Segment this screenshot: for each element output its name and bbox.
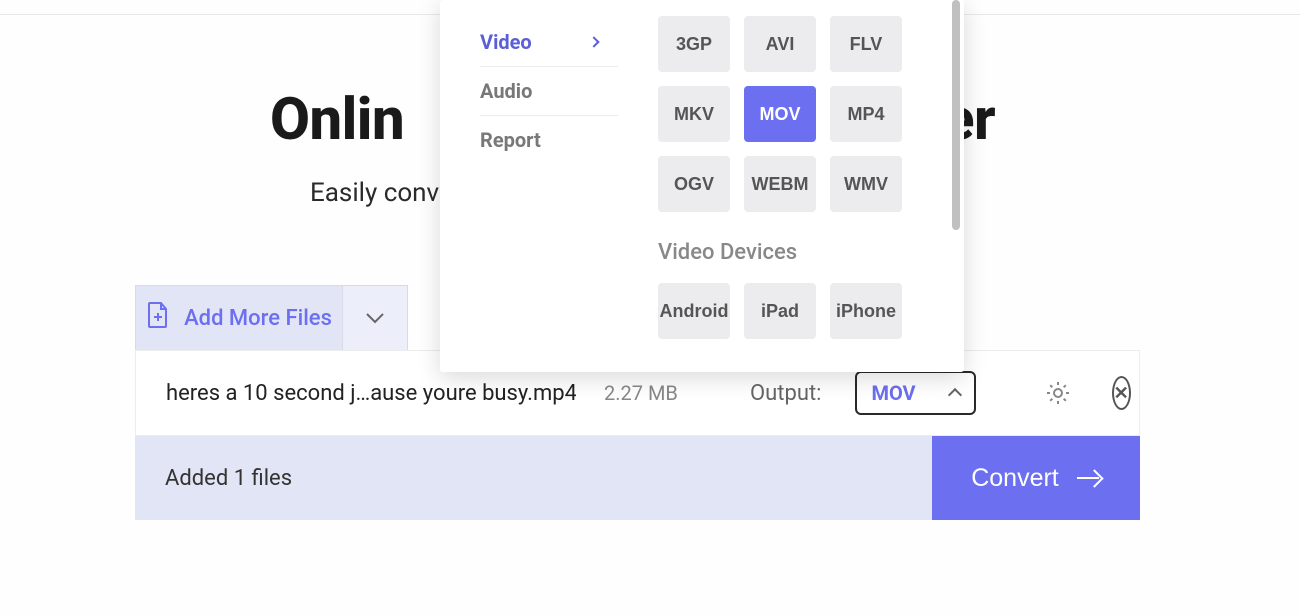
close-icon: ✕ — [1114, 383, 1129, 404]
format-option-flv[interactable]: FLV — [830, 16, 902, 72]
format-option-mov[interactable]: MOV — [744, 86, 816, 142]
footer-bar: Added 1 files Convert — [135, 436, 1140, 520]
chevron-down-icon — [365, 312, 385, 324]
add-more-chevron-button[interactable] — [343, 286, 407, 350]
arrow-right-icon — [1077, 470, 1101, 486]
output-label: Output: — [750, 381, 821, 406]
format-option-3gp[interactable]: 3GP — [658, 16, 730, 72]
file-size: 2.27 MB — [604, 381, 694, 405]
dropdown-main: 3GPAVIFLV MKVMOVMP4 OGVWEBMWMV Video Devic… — [618, 0, 964, 372]
file-plus-icon — [146, 301, 170, 335]
device-option-ipad[interactable]: iPad — [744, 283, 816, 339]
format-grid: 3GPAVIFLV MKVMOVMP4 OGVWEBMWMV — [658, 16, 944, 212]
page-subtitle-left: Easily conv — [310, 178, 439, 208]
convert-button[interactable]: Convert — [932, 436, 1140, 520]
device-option-iphone[interactable]: iPhone — [830, 283, 902, 339]
dropdown-tab-report-label: Report — [480, 128, 541, 152]
gear-icon — [1044, 379, 1072, 407]
convert-button-label: Convert — [971, 464, 1059, 493]
page-title-left: Onlin — [270, 86, 404, 154]
format-dropdown-panel: Video Audio Report 3GPAVIFLV MKVMOVMP4 OGV… — [440, 0, 964, 372]
chevron-up-icon — [948, 388, 962, 402]
add-more-bar: Add More Files — [135, 285, 408, 351]
format-option-avi[interactable]: AVI — [744, 16, 816, 72]
add-more-files-label: Add More Files — [184, 306, 332, 331]
file-name: heres a 10 second j…ause youre busy.mp4 — [166, 381, 576, 406]
dropdown-tab-audio-label: Audio — [480, 79, 532, 103]
add-more-files-button[interactable]: Add More Files — [136, 286, 343, 350]
format-option-webm[interactable]: WEBM — [744, 156, 816, 212]
output-format-value: MOV — [871, 381, 915, 405]
format-option-ogv[interactable]: OGV — [658, 156, 730, 212]
added-files-text: Added 1 files — [135, 466, 292, 491]
format-option-wmv[interactable]: WMV — [830, 156, 902, 212]
chevron-right-icon — [588, 36, 599, 47]
format-option-mp4[interactable]: MP4 — [830, 86, 902, 142]
device-option-android[interactable]: Android — [658, 283, 730, 339]
dropdown-scrollbar[interactable] — [952, 0, 960, 230]
dropdown-tab-audio[interactable]: Audio — [480, 67, 618, 116]
format-option-mkv[interactable]: MKV — [658, 86, 730, 142]
output-format-select[interactable]: MOV — [855, 371, 975, 415]
remove-file-button[interactable]: ✕ — [1112, 376, 1131, 410]
settings-button[interactable] — [1044, 376, 1072, 410]
dropdown-tab-video[interactable]: Video — [480, 18, 618, 67]
dropdown-tab-report[interactable]: Report — [480, 116, 618, 164]
devices-grid: AndroidiPadiPhone — [658, 283, 944, 339]
dropdown-tab-video-label: Video — [480, 30, 532, 54]
devices-section-label: Video Devices — [658, 240, 944, 265]
dropdown-sidebar: Video Audio Report — [440, 0, 618, 372]
